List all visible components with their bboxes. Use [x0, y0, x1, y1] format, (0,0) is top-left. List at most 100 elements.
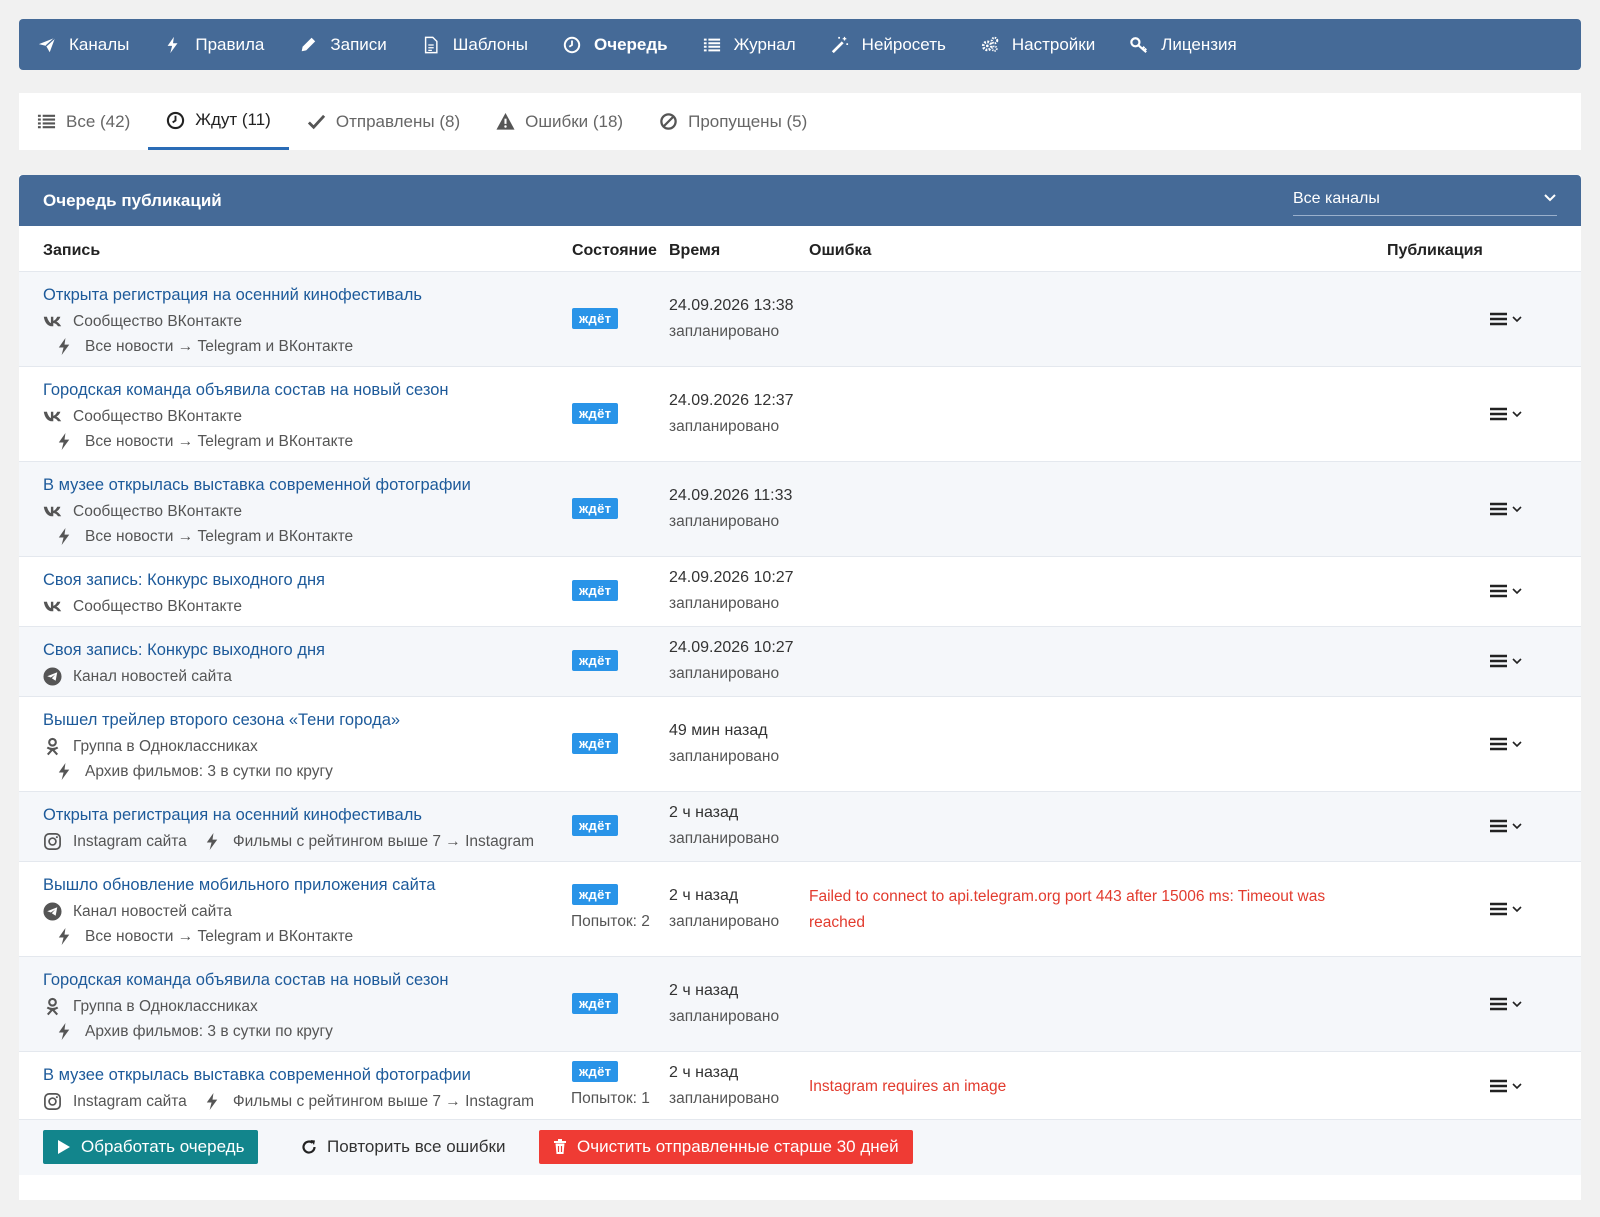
record-channel: Сообщество ВКонтакте — [43, 312, 242, 331]
record-channel: Сообщество ВКонтакте — [43, 597, 242, 616]
table-row: В музее открылась выставка современной ф… — [19, 461, 1581, 556]
nav-settings[interactable]: Настройки — [980, 35, 1095, 55]
tab-waiting[interactable]: Ждут (11) — [148, 93, 289, 150]
rule-name: Все новости → Telegram и ВКонтакте — [85, 527, 354, 545]
nav-records[interactable]: Записи — [298, 35, 387, 55]
record-title-link[interactable]: Своя запись: Конкурс выходного дня — [43, 571, 325, 590]
hamburger-icon — [1490, 502, 1507, 515]
tab-all[interactable]: Все (42) — [37, 93, 148, 150]
schedule-status: запланировано — [669, 830, 780, 847]
odnoklassniki-icon — [43, 997, 65, 1016]
tab-skipped[interactable]: Пропущены (5) — [641, 93, 825, 150]
retry-errors-button[interactable]: Повторить все ошибки — [287, 1130, 519, 1164]
process-queue-button[interactable]: Обработать очередь — [43, 1130, 259, 1164]
row-actions-menu[interactable] — [1489, 311, 1523, 327]
schedule-status: запланировано — [669, 322, 780, 340]
record-channel: Группа в Одноклассниках — [43, 737, 258, 756]
record-title-link[interactable]: Открыта регистрация на осенний кинофести… — [43, 286, 422, 305]
warning-icon — [496, 112, 515, 131]
nav-queue[interactable]: Очередь — [562, 35, 668, 55]
scheduled-time: 2 ч назад — [669, 981, 739, 999]
row-actions-menu[interactable] — [1489, 1078, 1523, 1094]
error-message: Failed to connect to api.telegram.org po… — [809, 887, 1326, 931]
list-icon — [702, 35, 722, 55]
table-row: Вышел трейлер второго сезона «Тени город… — [19, 696, 1581, 791]
record-title-link[interactable]: Вышел трейлер второго сезона «Тени город… — [43, 711, 400, 730]
nav-log[interactable]: Журнал — [702, 35, 796, 55]
hamburger-icon — [1490, 312, 1507, 325]
channel-filter-select[interactable]: Все каналы — [1293, 186, 1557, 216]
channel-name: Группа в Одноклассниках — [73, 997, 258, 1015]
record-title-link[interactable]: В музее открылась выставка современной ф… — [43, 1066, 471, 1085]
record-title-link[interactable]: В музее открылась выставка современной ф… — [43, 476, 471, 495]
table-row: Городская команда объявила состав на нов… — [19, 956, 1581, 1051]
channel-name: Instagram сайта — [73, 832, 187, 850]
channel-name: Сообщество ВКонтакте — [73, 597, 242, 615]
record-channel: Сообщество ВКонтакте — [43, 407, 242, 426]
nav-license[interactable]: Лицензия — [1129, 35, 1237, 55]
rule-name: Все новости → Telegram и ВКонтакте — [85, 337, 354, 355]
panel-title: Очередь публикаций — [43, 190, 222, 210]
attempts-count: Попыток: 2 — [571, 912, 650, 930]
channel-name: Сообщество ВКонтакте — [73, 407, 242, 425]
tab-errors[interactable]: Ошибки (18) — [478, 93, 641, 150]
bolt-icon — [55, 337, 77, 356]
tab-sent[interactable]: Отправлены (8) — [289, 93, 478, 150]
row-actions-menu[interactable] — [1489, 901, 1523, 917]
paper-plane-icon — [37, 35, 57, 55]
row-actions-menu[interactable] — [1489, 653, 1523, 669]
list-icon — [37, 112, 56, 131]
nav-templates[interactable]: Шаблоны — [421, 35, 528, 55]
gears-icon — [980, 35, 1000, 55]
queue-actions: Обработать очередь Повторить все ошибки … — [19, 1119, 1581, 1175]
rule-name: Архив фильмов: 3 в сутки по кругу — [85, 762, 333, 780]
status-badge: ждёт — [572, 402, 619, 424]
rule-name: Все новости → Telegram и ВКонтакте — [85, 432, 354, 450]
record-title-link[interactable]: Своя запись: Конкурс выходного дня — [43, 641, 325, 660]
chevron-down-icon — [1512, 740, 1522, 747]
bolt-icon — [55, 432, 77, 451]
status-badge: ждёт — [572, 883, 619, 905]
clear-sent-button[interactable]: Очистить отправленные старше 30 дней — [539, 1130, 913, 1164]
row-actions-menu[interactable] — [1489, 736, 1523, 752]
nav-label: Нейросеть — [861, 34, 946, 54]
key-icon — [1129, 35, 1149, 55]
vk-icon — [43, 312, 65, 331]
hamburger-icon — [1490, 997, 1507, 1010]
nav-channels[interactable]: Каналы — [37, 35, 129, 55]
nav-neural[interactable]: Нейросеть — [830, 35, 946, 55]
row-actions-menu[interactable] — [1489, 818, 1523, 834]
schedule-status: запланировано — [669, 512, 780, 530]
record-title-link[interactable]: Вышло обновление мобильного приложения с… — [43, 876, 435, 895]
scheduled-time: 49 мин назад — [669, 721, 768, 739]
rule-name: Архив фильмов: 3 в сутки по кругу — [85, 1022, 333, 1040]
hamburger-icon — [1490, 584, 1507, 598]
record-channel: Канал новостей сайта — [43, 902, 232, 921]
row-actions-menu[interactable] — [1489, 996, 1523, 1012]
record-title-link[interactable]: Городская команда объявила состав на нов… — [43, 971, 449, 990]
row-actions-menu[interactable] — [1489, 583, 1523, 599]
row-actions-menu[interactable] — [1489, 501, 1523, 517]
chevron-down-icon — [1512, 315, 1522, 322]
scheduled-time: 24.09.2026 12:37 — [669, 391, 794, 409]
schedule-status: запланировано — [669, 912, 780, 930]
status-badge: ждёт — [572, 497, 619, 519]
record-title-link[interactable]: Открыта регистрация на осенний кинофести… — [43, 806, 422, 825]
record-rule: Все новости → Telegram и ВКонтакте — [55, 432, 353, 451]
hamburger-icon — [1490, 902, 1507, 915]
scheduled-time: 2 ч назад — [669, 804, 739, 821]
tab-label: Отправлены (8) — [335, 111, 461, 131]
nav-rules[interactable]: Правила — [163, 35, 264, 55]
scheduled-time: 24.09.2026 11:33 — [669, 486, 793, 504]
table-row: Открыта регистрация на осенний кинофести… — [19, 791, 1581, 861]
schedule-status: запланировано — [669, 1007, 780, 1025]
channel-name: Канал новостей сайта — [73, 902, 232, 920]
record-title-link[interactable]: Городская команда объявила состав на нов… — [43, 381, 449, 400]
record-channel: Instagram сайта Фильмы с рейтингом выше 7… — [43, 1092, 534, 1111]
rule-inline: Фильмы с рейтингом выше 7 → Instagram — [203, 832, 534, 851]
row-actions-menu[interactable] — [1489, 406, 1523, 422]
nav-label: Шаблоны — [452, 34, 528, 54]
error-message: Instagram requires an image — [809, 1078, 1007, 1095]
record-channel: Сообщество ВКонтакте — [43, 502, 242, 521]
document-icon — [421, 35, 441, 55]
